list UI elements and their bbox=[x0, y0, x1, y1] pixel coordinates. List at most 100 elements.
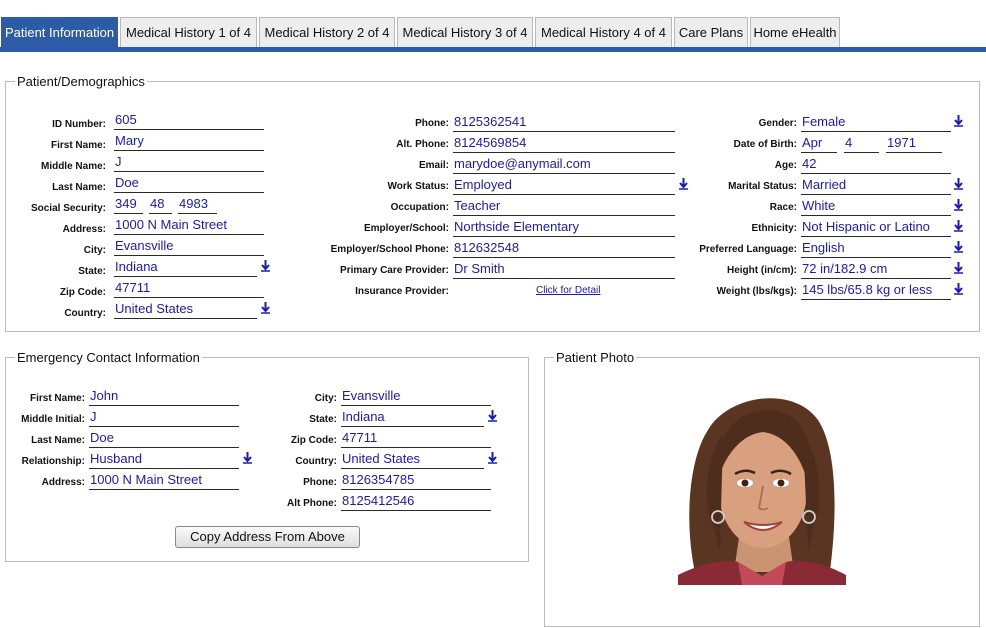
employer-school-phone-label: Employer/School Phone: bbox=[330, 244, 449, 255]
emergency-relationship-label: Relationship: bbox=[21, 456, 85, 467]
emergency-country-dropdown-icon[interactable] bbox=[487, 451, 498, 464]
city-label: City: bbox=[83, 245, 106, 256]
occupation-field[interactable]: Teacher bbox=[453, 198, 675, 216]
state-select[interactable]: Indiana bbox=[114, 259, 257, 277]
state-label: State: bbox=[78, 266, 106, 277]
zip-code-label: Zip Code: bbox=[59, 287, 106, 298]
emergency-zip-code-field[interactable]: 47711 bbox=[341, 430, 491, 448]
emergency-phone-field[interactable]: 8126354785 bbox=[341, 472, 491, 490]
height-dropdown-icon[interactable] bbox=[953, 261, 964, 274]
emergency-city-label: City: bbox=[314, 393, 337, 404]
emergency-relationship-select[interactable]: Husband bbox=[89, 451, 239, 469]
emergency-zip-code-label: Zip Code: bbox=[290, 435, 337, 446]
first-name-field[interactable]: Mary bbox=[114, 133, 264, 151]
emergency-relationship-dropdown-icon[interactable] bbox=[242, 451, 253, 464]
race-dropdown-icon[interactable] bbox=[953, 198, 964, 211]
tab-bar: Patient Information Medical History 1 of… bbox=[0, 0, 986, 52]
tab-care-plans[interactable]: Care Plans bbox=[674, 17, 748, 47]
insurance-detail-link[interactable]: Click for Detail bbox=[536, 285, 600, 296]
height-label: Height (in/cm): bbox=[727, 265, 797, 276]
ssn-part-3-field[interactable]: 4983 bbox=[178, 196, 217, 214]
emergency-first-name-field[interactable]: John bbox=[89, 388, 239, 406]
race-select[interactable]: White bbox=[801, 198, 951, 216]
last-name-label: Last Name: bbox=[52, 182, 106, 193]
city-field[interactable]: Evansville bbox=[114, 238, 264, 256]
country-label: Country: bbox=[64, 308, 106, 319]
dob-year-field[interactable]: 1971 bbox=[886, 135, 942, 153]
state-dropdown-icon[interactable] bbox=[260, 259, 271, 272]
ethnicity-select[interactable]: Not Hispanic or Latino bbox=[801, 219, 951, 237]
work-status-dropdown-icon[interactable] bbox=[678, 177, 689, 190]
age-field[interactable]: 42 bbox=[801, 156, 951, 174]
tab-underline bbox=[0, 47, 986, 52]
height-select[interactable]: 72 in/182.9 cm bbox=[801, 261, 951, 279]
ssn-part-2-field[interactable]: 48 bbox=[149, 196, 172, 214]
tab-patient-information[interactable]: Patient Information bbox=[1, 17, 118, 47]
primary-care-provider-field[interactable]: Dr Smith bbox=[453, 261, 675, 279]
gender-dropdown-icon[interactable] bbox=[953, 114, 964, 127]
tab-medical-history-3[interactable]: Medical History 3 of 4 bbox=[397, 17, 533, 47]
emergency-state-dropdown-icon[interactable] bbox=[487, 409, 498, 422]
address-label: Address: bbox=[62, 224, 106, 235]
email-field[interactable]: marydoe@anymail.com bbox=[453, 156, 675, 174]
tab-medical-history-2[interactable]: Medical History 2 of 4 bbox=[259, 17, 395, 47]
weight-select[interactable]: 145 lbs/65.8 kg or less bbox=[801, 282, 951, 300]
dob-month-field[interactable]: Apr bbox=[801, 135, 837, 153]
weight-label: Weight (lbs/kgs): bbox=[716, 286, 797, 297]
middle-name-field[interactable]: J bbox=[114, 154, 264, 172]
work-status-label: Work Status: bbox=[387, 181, 450, 192]
alt-phone-field[interactable]: 8124569854 bbox=[453, 135, 675, 153]
marital-status-select[interactable]: Married bbox=[801, 177, 951, 195]
work-status-select[interactable]: Employed bbox=[453, 177, 675, 195]
insurance-provider-label: Insurance Provider: bbox=[355, 286, 449, 297]
employer-school-phone-field[interactable]: 812632548 bbox=[453, 240, 675, 258]
emergency-last-name-field[interactable]: Doe bbox=[89, 430, 239, 448]
emergency-country-select[interactable]: United States bbox=[341, 451, 484, 469]
weight-dropdown-icon[interactable] bbox=[953, 282, 964, 295]
emergency-state-select[interactable]: Indiana bbox=[341, 409, 484, 427]
social-security-label: Social Security: bbox=[30, 203, 106, 214]
alt-phone-label: Alt. Phone: bbox=[396, 139, 449, 150]
zip-code-field[interactable]: 47711 bbox=[114, 280, 264, 298]
employer-school-field[interactable]: Northside Elementary bbox=[453, 219, 675, 237]
marital-status-dropdown-icon[interactable] bbox=[953, 177, 964, 190]
emergency-alt-phone-label: Alt Phone: bbox=[287, 498, 337, 509]
emergency-country-label: Country: bbox=[295, 456, 337, 467]
email-label: Email: bbox=[418, 160, 449, 171]
country-dropdown-icon[interactable] bbox=[260, 301, 271, 314]
tab-medical-history-1[interactable]: Medical History 1 of 4 bbox=[120, 17, 257, 47]
id-number-label: ID Number: bbox=[52, 119, 106, 130]
copy-address-button[interactable]: Copy Address From Above bbox=[175, 526, 360, 548]
emergency-state-label: State: bbox=[309, 414, 337, 425]
id-number-field[interactable]: 605 bbox=[114, 112, 264, 130]
emergency-alt-phone-field[interactable]: 8125412546 bbox=[341, 493, 491, 511]
emergency-address-label: Address: bbox=[41, 477, 85, 488]
emergency-last-name-label: Last Name: bbox=[31, 435, 85, 446]
emergency-first-name-label: First Name: bbox=[29, 393, 85, 404]
occupation-label: Occupation: bbox=[390, 202, 449, 213]
emergency-city-field[interactable]: Evansville bbox=[341, 388, 491, 406]
emergency-address-field[interactable]: 1000 N Main Street bbox=[89, 472, 239, 490]
marital-status-label: Marital Status: bbox=[728, 181, 797, 192]
last-name-field[interactable]: Doe bbox=[114, 175, 264, 193]
preferred-language-select[interactable]: English bbox=[801, 240, 951, 258]
preferred-language-label: Preferred Language: bbox=[699, 244, 797, 255]
tab-medical-history-4[interactable]: Medical History 4 of 4 bbox=[535, 17, 672, 47]
emergency-middle-initial-label: Middle Initial: bbox=[21, 414, 85, 425]
ethnicity-dropdown-icon[interactable] bbox=[953, 219, 964, 232]
ethnicity-label: Ethnicity: bbox=[751, 223, 797, 234]
country-select[interactable]: United States bbox=[114, 301, 257, 319]
phone-label: Phone: bbox=[415, 118, 449, 129]
patient-photo bbox=[678, 398, 846, 585]
address-field[interactable]: 1000 N Main Street bbox=[114, 217, 264, 235]
patient-photo-legend: Patient Photo bbox=[554, 350, 637, 365]
employer-school-label: Employer/School: bbox=[363, 223, 449, 234]
emergency-middle-initial-field[interactable]: J bbox=[89, 409, 239, 427]
tab-home-ehealth[interactable]: Home eHealth bbox=[750, 17, 840, 47]
gender-select[interactable]: Female bbox=[801, 114, 951, 132]
ssn-part-1-field[interactable]: 349 bbox=[114, 196, 143, 214]
dob-day-field[interactable]: 4 bbox=[844, 135, 879, 153]
phone-field[interactable]: 8125362541 bbox=[453, 114, 675, 132]
primary-care-provider-label: Primary Care Provider: bbox=[340, 265, 449, 276]
preferred-language-dropdown-icon[interactable] bbox=[953, 240, 964, 253]
